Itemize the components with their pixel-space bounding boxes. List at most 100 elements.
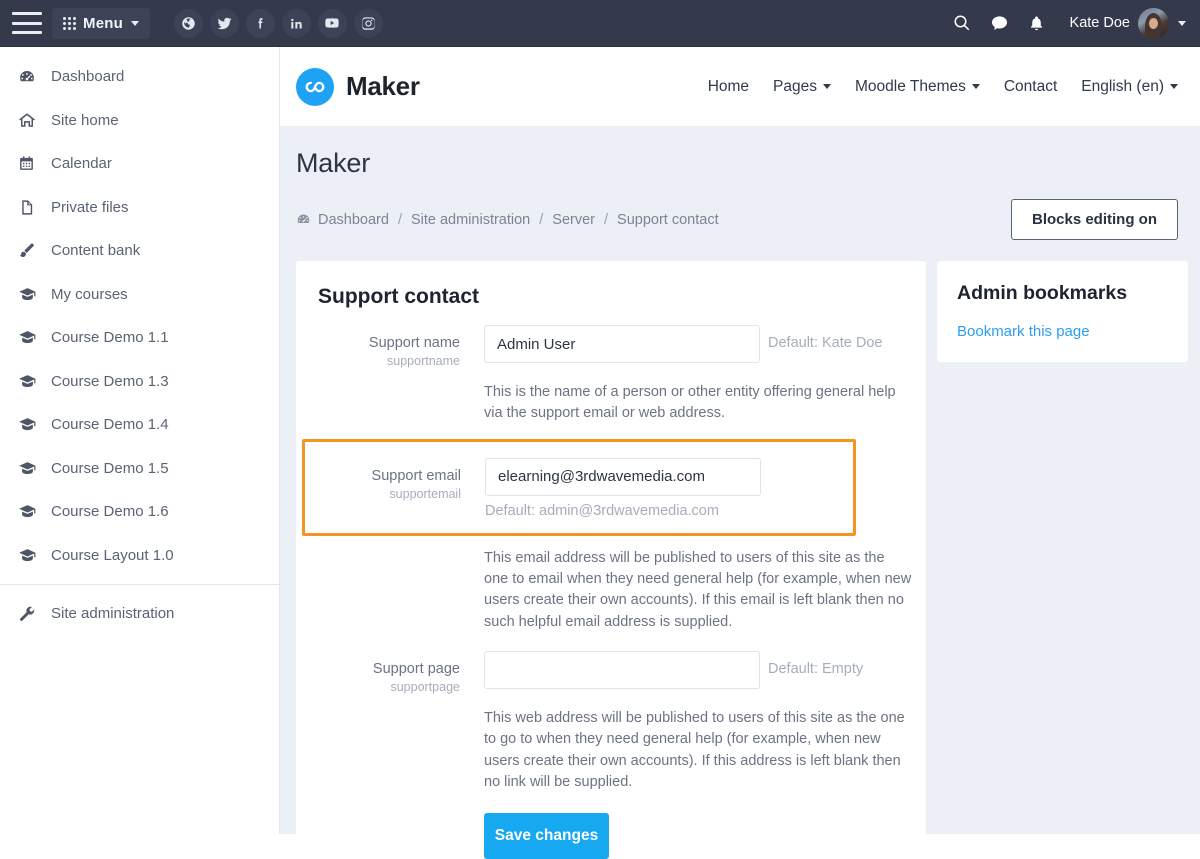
breadcrumb-item-dashboard[interactable]: Dashboard bbox=[318, 212, 389, 228]
brand-logo-link[interactable]: Maker bbox=[296, 67, 420, 106]
graduation-cap-icon bbox=[18, 415, 38, 434]
sidebar-item-label: Site home bbox=[51, 111, 119, 129]
brush-icon bbox=[18, 242, 38, 260]
nav-item-label: Pages bbox=[773, 77, 817, 95]
gauge-icon bbox=[18, 68, 38, 86]
linkedin-icon[interactable] bbox=[281, 8, 311, 38]
admin-topbar: Menu Kate Doe bbox=[0, 0, 1200, 47]
sidebar-item-site-home[interactable]: Site home bbox=[0, 99, 279, 143]
field-label-text: Support name bbox=[368, 335, 460, 351]
sidebar-nav: Dashboard Site home Calendar Private fil… bbox=[0, 47, 280, 834]
field-label-supportpage: Support page supportpage bbox=[314, 651, 460, 694]
sidebar-divider bbox=[0, 584, 279, 585]
sidebar-item-label: Course Demo 1.3 bbox=[51, 372, 169, 390]
supportemail-input[interactable] bbox=[485, 457, 761, 496]
field-control-supportpage: Default: Empty bbox=[460, 650, 863, 689]
sidebar-item-content-bank[interactable]: Content bank bbox=[0, 229, 279, 273]
graduation-cap-icon bbox=[18, 328, 38, 347]
content-columns: Support contact Support name supportname… bbox=[280, 261, 1200, 859]
menu-button[interactable]: Menu bbox=[52, 7, 150, 39]
supportname-input[interactable] bbox=[484, 325, 760, 363]
graduation-cap-icon bbox=[18, 372, 38, 391]
site-nav: Home Pages Moodle Themes Contact English… bbox=[708, 78, 1200, 96]
sidebar-item-course-layout-1-0[interactable]: Course Layout 1.0 bbox=[0, 534, 279, 578]
user-name: Kate Doe bbox=[1069, 15, 1130, 31]
form-row-supportname: Support name supportname Default: Kate D… bbox=[314, 325, 900, 368]
sidebar-item-site-administration[interactable]: Site administration bbox=[0, 592, 279, 636]
field-id-text: supportpage bbox=[390, 679, 460, 694]
sidebar-item-course-demo-1-6[interactable]: Course Demo 1.6 bbox=[0, 490, 279, 534]
nav-item-home[interactable]: Home bbox=[708, 78, 749, 96]
site-header: Maker Home Pages Moodle Themes Contact E… bbox=[280, 47, 1200, 126]
graduation-cap-icon bbox=[18, 459, 38, 478]
brand-name: Maker bbox=[346, 71, 420, 101]
save-changes-button[interactable]: Save changes bbox=[484, 813, 609, 859]
sidebar-item-course-demo-1-1[interactable]: Course Demo 1.1 bbox=[0, 316, 279, 360]
topbar-actions: Kate Doe bbox=[953, 7, 1200, 39]
sidebar-item-my-courses[interactable]: My courses bbox=[0, 273, 279, 317]
nav-item-label: Contact bbox=[1003, 77, 1058, 95]
calendar-icon bbox=[18, 155, 38, 172]
globe-icon[interactable] bbox=[173, 8, 203, 38]
infinity-loop-icon bbox=[296, 67, 334, 106]
nav-item-label: English (en) bbox=[1081, 77, 1164, 95]
chevron-down-icon bbox=[1170, 84, 1178, 89]
chevron-down-icon bbox=[823, 84, 831, 89]
hamburger-icon[interactable] bbox=[12, 12, 42, 34]
sidebar-item-private-files[interactable]: Private files bbox=[0, 186, 279, 230]
breadcrumb-item-server[interactable]: Server bbox=[552, 212, 595, 228]
sidebar-item-calendar[interactable]: Calendar bbox=[0, 142, 279, 186]
support-contact-card: Support contact Support name supportname… bbox=[296, 261, 926, 859]
sidebar-item-course-demo-1-3[interactable]: Course Demo 1.3 bbox=[0, 360, 279, 404]
nav-item-language[interactable]: English (en) bbox=[1081, 78, 1178, 96]
nav-item-contact[interactable]: Contact bbox=[1004, 78, 1057, 96]
sidebar-item-label: Private files bbox=[51, 198, 129, 216]
breadcrumb: Dashboard / Site administration / Server… bbox=[296, 212, 719, 228]
field-label-text: Support email bbox=[371, 467, 461, 484]
chevron-down-icon bbox=[971, 84, 980, 89]
sidebar-item-label: Content bank bbox=[51, 242, 141, 260]
sidebar-item-course-demo-1-4[interactable]: Course Demo 1.4 bbox=[0, 403, 279, 447]
breadcrumb-separator: / bbox=[539, 211, 544, 228]
youtube-icon[interactable] bbox=[317, 8, 347, 38]
sidebar-item-label: Course Layout 1.0 bbox=[51, 546, 174, 564]
nav-item-label: Home bbox=[707, 77, 750, 95]
facebook-icon[interactable] bbox=[245, 8, 275, 38]
field-control-supportname: Default: Kate Doe bbox=[460, 325, 882, 363]
nav-item-moodle-themes[interactable]: Moodle Themes bbox=[855, 78, 980, 96]
breadcrumb-separator: / bbox=[397, 211, 402, 228]
chat-bubble-icon[interactable] bbox=[990, 14, 1009, 33]
blocks-editing-toggle-button[interactable]: Blocks editing on bbox=[1010, 199, 1178, 240]
graduation-cap-icon bbox=[18, 546, 38, 565]
nav-item-pages[interactable]: Pages bbox=[773, 78, 831, 96]
form-row-supportemail: Support email supportemail Default: admi… bbox=[302, 438, 856, 536]
sidebar-item-label: Calendar bbox=[51, 155, 112, 173]
field-description-supportemail: This email address will be published to … bbox=[484, 549, 912, 630]
search-icon[interactable] bbox=[953, 14, 971, 32]
field-id-text: supportname bbox=[387, 354, 460, 368]
menu-button-label: Menu bbox=[83, 14, 123, 32]
sidebar-item-course-demo-1-5[interactable]: Course Demo 1.5 bbox=[0, 447, 279, 491]
supportpage-input[interactable] bbox=[484, 650, 760, 689]
bookmark-this-page-link[interactable]: Bookmark this page bbox=[957, 323, 1168, 340]
breadcrumb-item-site-administration[interactable]: Site administration bbox=[411, 212, 530, 228]
sidebar-item-dashboard[interactable]: Dashboard bbox=[0, 55, 279, 99]
sidebar-item-label: My courses bbox=[51, 285, 128, 303]
social-links bbox=[173, 8, 383, 38]
bell-icon[interactable] bbox=[1028, 14, 1045, 33]
twitter-icon[interactable] bbox=[209, 8, 239, 38]
form-row-supportpage: Support page supportpage Default: Empty bbox=[314, 650, 900, 694]
field-default-supportemail: Default: admin@3rdwavemedia.com bbox=[485, 502, 719, 519]
page-title: Maker bbox=[296, 148, 371, 178]
graduation-cap-icon bbox=[18, 285, 38, 304]
chevron-down-icon bbox=[130, 20, 139, 26]
page-content: Maker Dashboard / Site administration / … bbox=[280, 126, 1200, 859]
sidebar-item-label: Course Demo 1.6 bbox=[51, 503, 169, 521]
user-menu[interactable]: Kate Doe bbox=[1069, 7, 1186, 39]
field-description-supportpage: This web address will be published to us… bbox=[484, 709, 905, 790]
field-id-text: supportemail bbox=[389, 486, 461, 501]
breadcrumb-separator: / bbox=[604, 211, 609, 228]
wrench-icon bbox=[18, 605, 38, 623]
instagram-icon[interactable] bbox=[353, 8, 383, 38]
field-label-text: Support page bbox=[372, 660, 460, 677]
